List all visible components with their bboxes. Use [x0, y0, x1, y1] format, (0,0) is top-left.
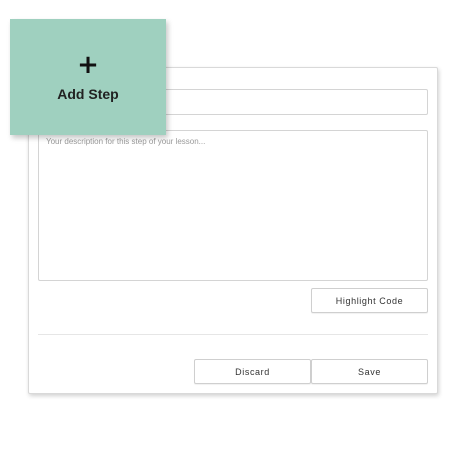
- plus-icon: +: [77, 50, 99, 80]
- save-button[interactable]: Save: [311, 359, 428, 384]
- divider: [38, 334, 428, 335]
- discard-button[interactable]: Discard: [194, 359, 311, 384]
- highlight-code-button[interactable]: Highlight Code: [311, 288, 428, 313]
- add-step-label: Add Step: [57, 86, 119, 102]
- lesson-step-editor: Highlight Code Discard Save + Add Step: [0, 0, 450, 450]
- add-step-button[interactable]: + Add Step: [10, 19, 166, 135]
- step-description-textarea[interactable]: [38, 130, 428, 281]
